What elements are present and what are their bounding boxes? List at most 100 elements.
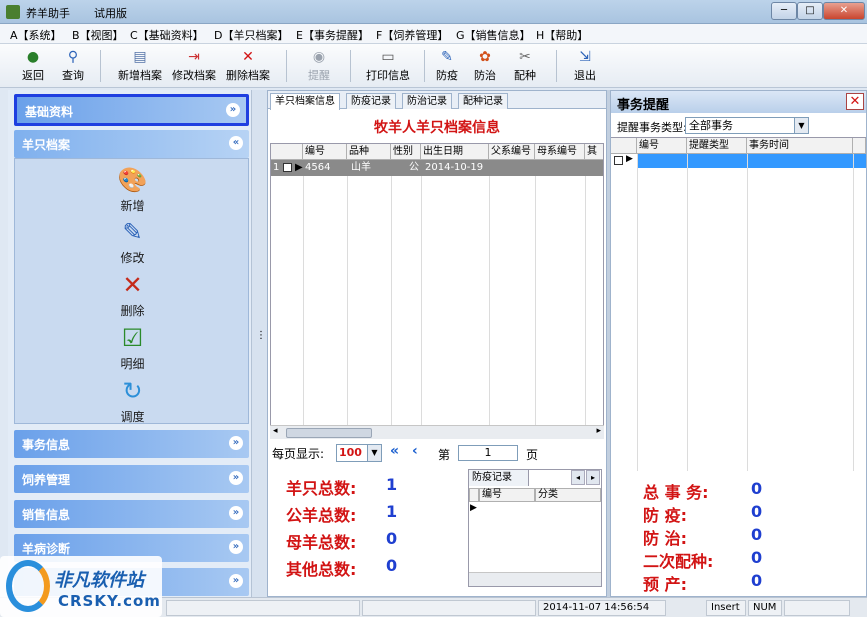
col-header-affair-time[interactable]: 事务时间: [747, 138, 853, 154]
new-record-button[interactable]: ▤ 新增档案: [116, 46, 164, 86]
remind-panel-title: 事务提醒: [617, 98, 670, 113]
tab-treat-record[interactable]: 防治记录: [402, 93, 452, 109]
breed-label: 配种: [514, 69, 536, 82]
remind-stat-treat: 防 治: 0: [643, 525, 762, 549]
delete-record-button[interactable]: ✕ 删除档案: [224, 46, 272, 86]
edition-label: 试用版: [94, 7, 127, 20]
nav-sheep-label: 羊只档案: [22, 138, 71, 152]
close-window-button[interactable]: ✕: [823, 2, 865, 20]
subcol-header-id[interactable]: 编号: [479, 488, 535, 502]
menu-sheep-archive[interactable]: D【羊只档案】: [214, 27, 288, 43]
table-row[interactable]: [637, 154, 866, 168]
query-button[interactable]: ⚲ 查询: [58, 46, 88, 86]
nav-basic-data[interactable]: 基础资料 »: [14, 94, 249, 126]
exit-button[interactable]: ⇲ 退出: [572, 46, 598, 86]
print-button[interactable]: ▭ 打印信息: [364, 46, 412, 86]
nav-item-detail[interactable]: ☑ 明细: [15, 323, 250, 372]
nav-sales[interactable]: 销售信息 »: [14, 500, 249, 528]
grid-line: [421, 160, 422, 430]
grid-line: [303, 160, 304, 430]
minimize-button[interactable]: ─: [771, 2, 797, 20]
close-panel-button[interactable]: ✕: [846, 93, 864, 110]
sheep-stats: 羊只总数: 1 公羊总数: 1 母羊总数: 0 其他总数: 0: [272, 469, 468, 593]
menu-view[interactable]: B【视图】: [72, 27, 124, 43]
page-size-select[interactable]: 100 ▼: [336, 444, 382, 462]
title-bar: 养羊助手 试用版 ─ □ ✕: [0, 0, 867, 24]
grid-line: [687, 154, 688, 471]
menu-feeding[interactable]: F【饲养管理】: [376, 27, 448, 43]
chevron-down-icon: »: [229, 436, 243, 450]
scroll-left-icon[interactable]: ◂: [273, 426, 278, 436]
breed-button[interactable]: ✂ 配种: [512, 46, 538, 86]
menu-sales[interactable]: G【销售信息】: [456, 27, 531, 43]
prevent-record-subgrid[interactable]: 防疫记录 ◂ ▸ 编号 分类 ▶: [468, 469, 602, 587]
row-checkbox[interactable]: [614, 156, 623, 165]
col-header-remind-type[interactable]: 提醒类型: [687, 138, 747, 154]
logo-swirl-icon: [6, 560, 50, 612]
remind-stat-prevent-label: 防 疫:: [643, 506, 687, 525]
tab-breed-record[interactable]: 配种记录: [458, 93, 508, 109]
left-splitter[interactable]: ⋮: [251, 90, 267, 597]
scroll-right-icon[interactable]: ▸: [596, 426, 601, 436]
maximize-button[interactable]: □: [797, 2, 823, 20]
nav-item-edit[interactable]: ✎ 修改: [15, 217, 250, 266]
subgrid-tab[interactable]: 防疫记录: [469, 470, 529, 486]
remind-stat-treat-value: 0: [751, 525, 763, 544]
col-header-dam[interactable]: 母系编号: [535, 144, 585, 160]
col-header-breed[interactable]: 品种: [347, 144, 391, 160]
row-header-corner: [271, 144, 303, 160]
cell-breed: 山羊: [351, 162, 371, 173]
page-number-input[interactable]: 1: [458, 445, 518, 461]
dropdown-arrow-icon: ▼: [794, 118, 808, 133]
menu-basic-data[interactable]: C【基础资料】: [130, 27, 204, 43]
treat-button[interactable]: ✿ 防治: [472, 46, 498, 86]
chevron-down-icon: »: [229, 540, 243, 554]
archive-panel: 羊只档案信息 防疫记录 防治记录 配种记录 牧羊人羊只档案信息 编号 品种 性别…: [267, 90, 607, 597]
horizontal-scrollbar[interactable]: [469, 572, 601, 586]
status-panel: [362, 600, 536, 616]
nav-feeding[interactable]: 饲养管理 »: [14, 465, 249, 493]
scroll-thumb[interactable]: [286, 428, 372, 438]
tab-right-icon[interactable]: ▸: [586, 470, 600, 485]
first-page-button[interactable]: «: [390, 443, 399, 459]
col-header-birth[interactable]: 出生日期: [421, 144, 489, 160]
col-header-sire[interactable]: 父系编号: [489, 144, 535, 160]
remind-type-select[interactable]: 全部事务 ▼: [685, 117, 809, 134]
tab-sheep-archive[interactable]: 羊只档案信息: [270, 93, 340, 110]
nav-item-dispatch[interactable]: ↻ 调度: [15, 376, 250, 425]
nav-affairs[interactable]: 事务信息 »: [14, 430, 249, 458]
tab-left-icon[interactable]: ◂: [571, 470, 585, 485]
grip-icon: ⋮: [256, 330, 266, 341]
nav-sheep-archive[interactable]: 羊只档案 «: [14, 130, 249, 158]
chevron-down-icon: »: [229, 574, 243, 588]
dropdown-arrow-icon: ▼: [367, 445, 381, 461]
remind-grid[interactable]: 编号 提醒类型 事务时间 ▶ ◂ ▸: [611, 137, 866, 471]
row-checkbox[interactable]: [283, 163, 292, 172]
col-header-id[interactable]: 编号: [637, 138, 687, 154]
remind-button[interactable]: ◉ 提醒: [304, 46, 334, 86]
menu-affair-remind[interactable]: E【事务提醒】: [296, 27, 369, 43]
col-header-sex[interactable]: 性别: [391, 144, 421, 160]
archive-grid[interactable]: 编号 品种 性别 出生日期 父系编号 母系编号 其他 1 ▶ 4564 山羊 公…: [270, 143, 604, 439]
grid-line: [347, 160, 348, 430]
menu-help[interactable]: H【帮助】: [536, 27, 588, 43]
prevent-button[interactable]: ✎ 防疫: [434, 46, 460, 86]
tab-prevent-record[interactable]: 防疫记录: [346, 93, 396, 109]
back-button[interactable]: ● 返回: [18, 46, 48, 86]
page-prefix-label: 第: [438, 448, 451, 462]
subcol-header-category[interactable]: 分类: [535, 488, 601, 502]
col-header-more[interactable]: [853, 138, 866, 154]
status-panel: [784, 600, 850, 616]
edit-record-button[interactable]: ⇥ 修改档案: [170, 46, 218, 86]
table-row[interactable]: 1 ▶ 4564 山羊 公 2014-10-19: [271, 160, 603, 176]
col-header-id[interactable]: 编号: [303, 144, 347, 160]
horizontal-scrollbar[interactable]: ◂ ▸: [270, 425, 604, 439]
grid-line: [853, 154, 854, 471]
menu-system[interactable]: A【系统】: [10, 27, 62, 43]
checklist-icon: ☑: [121, 324, 144, 352]
stat-other-value: 0: [386, 556, 398, 575]
col-header-other[interactable]: 其他: [585, 144, 603, 172]
nav-item-new[interactable]: 🎨 新增: [15, 165, 250, 214]
nav-item-delete[interactable]: ✕ 删除: [15, 270, 250, 319]
prev-page-button[interactable]: ‹: [412, 443, 418, 459]
